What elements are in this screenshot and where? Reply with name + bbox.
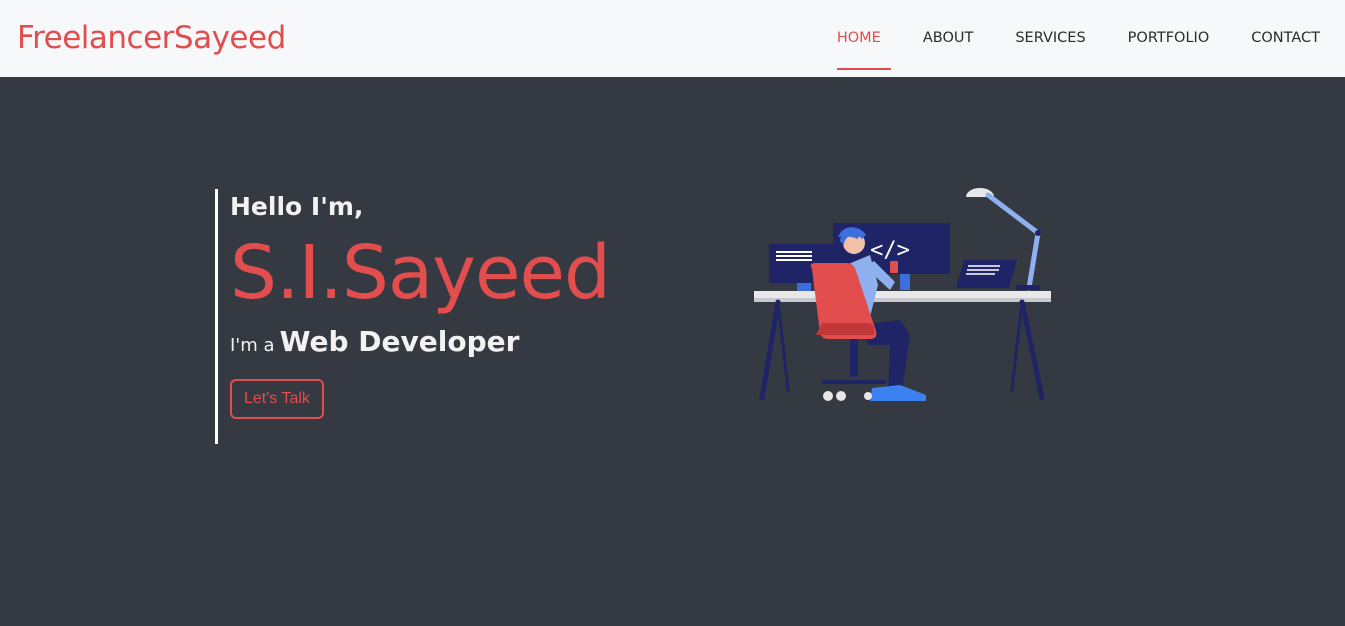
laptop-icon [956, 260, 1017, 288]
nav-item-portfolio[interactable]: PORTFOLIO [1128, 0, 1210, 77]
lets-talk-button[interactable]: Let's Talk [230, 379, 324, 419]
nav-item-services[interactable]: SERVICES [1015, 0, 1085, 77]
nav-item-about[interactable]: ABOUT [923, 0, 974, 77]
role-prefix: I'm a [230, 335, 275, 356]
hero-greeting: Hello I'm, [230, 192, 364, 221]
hero-role: I'm a Web Developer [230, 325, 610, 363]
hero-intro: Hello I'm, S.I.Sayeed I'm a Web Develope… [215, 189, 611, 444]
role-title: Web Developer [279, 325, 520, 358]
brand-logo[interactable]: FreelancerSayeed [17, 18, 286, 58]
developer-at-desk-illustration: </> [750, 185, 1055, 407]
nav-menu: HOME ABOUT SERVICES PORTFOLIO CONTACT [795, 0, 1320, 77]
nav-item-contact[interactable]: CONTACT [1251, 0, 1320, 77]
nav-item-home[interactable]: HOME [836, 0, 891, 77]
navbar: FreelancerSayeed HOME ABOUT SERVICES POR… [0, 0, 1345, 77]
code-symbol: </> [870, 238, 910, 263]
hero-name: S.I.Sayeed [230, 230, 611, 316]
